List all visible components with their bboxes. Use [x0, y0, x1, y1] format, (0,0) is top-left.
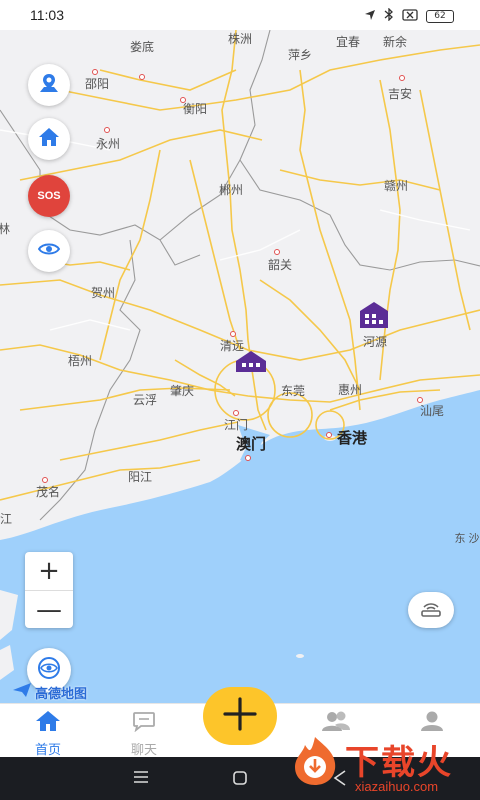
city-label: 衡阳 — [182, 102, 208, 116]
city-dot — [245, 455, 251, 461]
city-label: 梧州 — [67, 354, 93, 368]
city-dot — [180, 97, 186, 103]
city-label: 阳江 — [127, 470, 153, 484]
city-label: 茂名 — [35, 485, 61, 499]
border-guangdong-north — [39, 159, 241, 241]
download-fire-icon — [287, 735, 343, 792]
city-dot — [139, 74, 145, 80]
city-label: 韶关 — [267, 258, 293, 272]
router-icon — [419, 599, 443, 622]
city-label: 东 沙 — [454, 533, 480, 545]
home-marker-icon[interactable] — [358, 301, 390, 334]
no-sim-icon — [402, 8, 418, 24]
city-label: 宜春 — [335, 35, 361, 49]
paper-plane-icon — [12, 682, 32, 703]
city-label: 云浮 — [132, 393, 158, 407]
plus-icon — [221, 695, 259, 738]
city-dot — [274, 249, 280, 255]
city-label-major: 香港 — [336, 430, 368, 447]
city-label: 江 — [0, 512, 13, 526]
city-label: 东莞 — [280, 384, 306, 398]
city-dot — [42, 477, 48, 483]
city-label: 河源 — [362, 335, 388, 349]
city-label: 汕尾 — [419, 404, 445, 418]
locate-eye-icon — [37, 656, 61, 685]
map-pin-button[interactable] — [28, 64, 70, 106]
status-icons: 62 — [364, 7, 454, 24]
city-label: 萍乡 — [287, 48, 313, 62]
nav-item-home[interactable]: 首页 — [18, 710, 78, 758]
border-hunan-jiangxi — [239, 30, 480, 271]
watermark-domain: xiazaihuo.com — [355, 779, 439, 794]
map-view[interactable]: 娄底 株洲 萍乡 宜春 新余 邵阳 衡阳 吉安 永州 郴州 赣州 韶关 贺州 河… — [0, 30, 480, 703]
city-label: 肇庆 — [169, 384, 195, 398]
map-pin-icon — [38, 72, 60, 99]
city-label: 惠州 — [337, 383, 363, 397]
status-bar: 11:03 62 — [0, 0, 480, 30]
city-dot — [104, 127, 110, 133]
nav-label: 聊天 — [130, 742, 157, 757]
sos-icon: SOS — [37, 190, 61, 202]
city-label: 林 — [0, 222, 11, 236]
eye-button[interactable] — [28, 230, 70, 272]
nav-label: 首页 — [34, 742, 61, 757]
home-icon — [38, 127, 60, 152]
chat-icon — [132, 712, 156, 736]
city-label: 吉安 — [387, 87, 413, 101]
city-label: 株洲 — [227, 32, 253, 46]
watermark-text: 下载火 — [345, 744, 453, 782]
sos-button[interactable]: SOS — [28, 175, 70, 217]
home-button[interactable] — [28, 118, 70, 160]
city-label-major: 澳门 — [235, 436, 267, 453]
nav-item-chat[interactable]: 聊天 — [114, 710, 174, 758]
city-dot — [233, 410, 239, 416]
city-label: 新余 — [382, 35, 408, 49]
zoom-control: + — — [25, 552, 73, 628]
location-arrow-icon — [364, 9, 376, 24]
city-label: 邵阳 — [84, 77, 110, 91]
city-dot — [417, 397, 423, 403]
home-key-icon[interactable] — [232, 770, 248, 791]
zoom-in-button[interactable]: + — [25, 552, 73, 590]
city-dot — [399, 75, 405, 81]
city-label: 娄底 — [129, 40, 155, 54]
add-button[interactable] — [203, 687, 277, 745]
status-time: 11:03 — [30, 7, 64, 23]
bluetooth-icon — [384, 7, 394, 24]
zoom-out-button[interactable]: — — [25, 590, 73, 628]
menu-key-icon[interactable] — [133, 770, 149, 789]
map-provider-logo: 高德地图 — [12, 682, 87, 703]
eye-icon — [37, 241, 61, 262]
home-icon — [35, 711, 61, 736]
city-label: 郴州 — [218, 183, 244, 197]
watermark: 下载火 xiazaihuo.com — [285, 733, 480, 800]
home-marker-icon[interactable] — [234, 349, 268, 378]
city-label: 江门 — [223, 418, 249, 432]
city-label: 贺州 — [90, 286, 116, 300]
battery-icon: 62 — [426, 9, 454, 23]
router-button[interactable] — [408, 592, 454, 628]
city-dot — [230, 331, 236, 337]
map-provider-name: 高德地图 — [35, 686, 88, 701]
city-label: 赣州 — [383, 179, 409, 193]
city-label: 永州 — [95, 137, 121, 151]
city-dot — [326, 432, 332, 438]
city-dot — [92, 69, 98, 75]
